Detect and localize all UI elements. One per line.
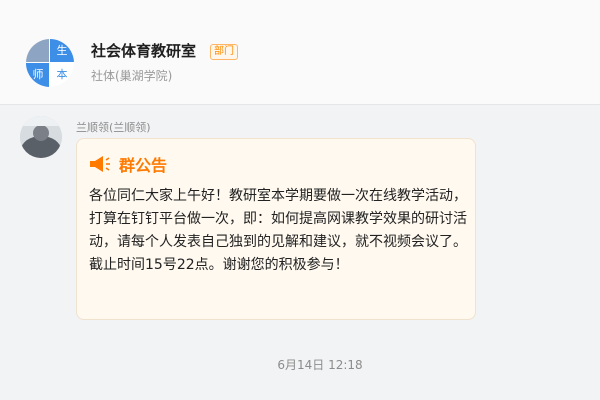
announcement-title: 群公告 (119, 156, 168, 175)
announcement-body: 各位同仁大家上午好！教研室本学期要做一次在线教学活动，打算在钉钉平台做一次，即：… (89, 188, 467, 273)
group-avatar[interactable]: 生 师 本 (26, 39, 74, 87)
chat-header: 生 师 本 社会体育教研室 部门 社体(巢湖学院) (0, 0, 600, 105)
group-subtitle: 社体(巢湖学院) (91, 69, 173, 83)
sender-name: 兰顺领(兰顺领) (76, 121, 151, 134)
megaphone-icon (90, 156, 110, 172)
group-avatar-cell: 本 (50, 63, 74, 87)
group-avatar-cell: 生 (50, 39, 74, 63)
avatar-divider (49, 39, 50, 87)
group-avatar-cell: 师 (26, 63, 50, 87)
avatar-photo (20, 116, 62, 158)
department-tag: 部门 (210, 44, 238, 60)
announcement-bubble[interactable]: 群公告 各位同仁大家上午好！教研室本学期要做一次在线教学活动，打算在钉钉平台做一… (76, 138, 476, 320)
message-timestamp: 6月14日 12:18 (277, 358, 363, 372)
group-avatar-cell (26, 39, 50, 63)
sender-avatar[interactable] (20, 116, 62, 158)
group-name[interactable]: 社会体育教研室 (91, 40, 196, 61)
avatar-divider (26, 62, 74, 63)
